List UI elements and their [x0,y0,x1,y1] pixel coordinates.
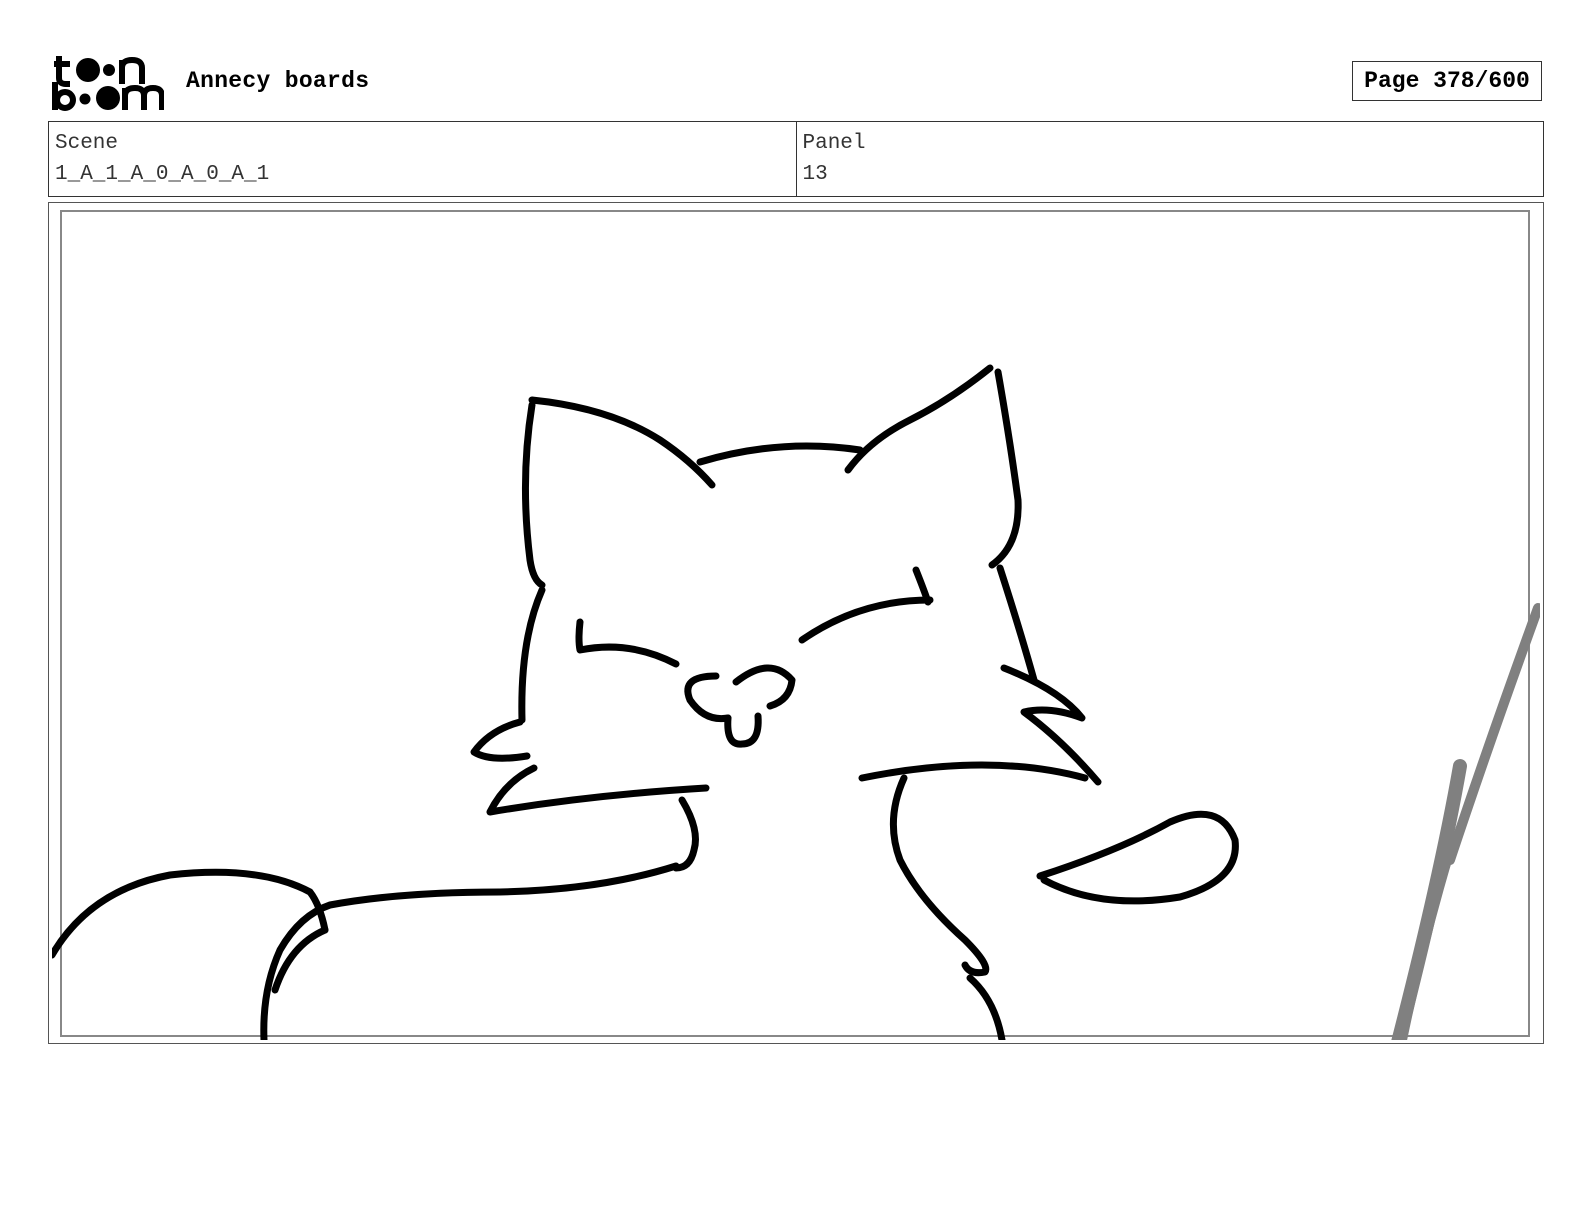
panel-label: Panel [802,132,866,155]
scene-value: 1_A_1_A_0_A_0_A_1 [55,163,270,186]
scene-label: Scene [55,132,119,155]
panel-value: 13 [802,163,828,186]
panel-frame [48,202,1544,1044]
scene-panel-info-table: Scene 1_A_1_A_0_A_0_A_1 Panel 13 [48,121,1544,197]
toon-boom-logo-icon [52,56,164,111]
project-title: Annecy boards [186,68,370,94]
scene-cell: Scene 1_A_1_A_0_A_0_A_1 [49,122,796,196]
panel-cell: Panel 13 [795,122,1544,196]
page-number: Page 378/600 [1352,61,1542,101]
